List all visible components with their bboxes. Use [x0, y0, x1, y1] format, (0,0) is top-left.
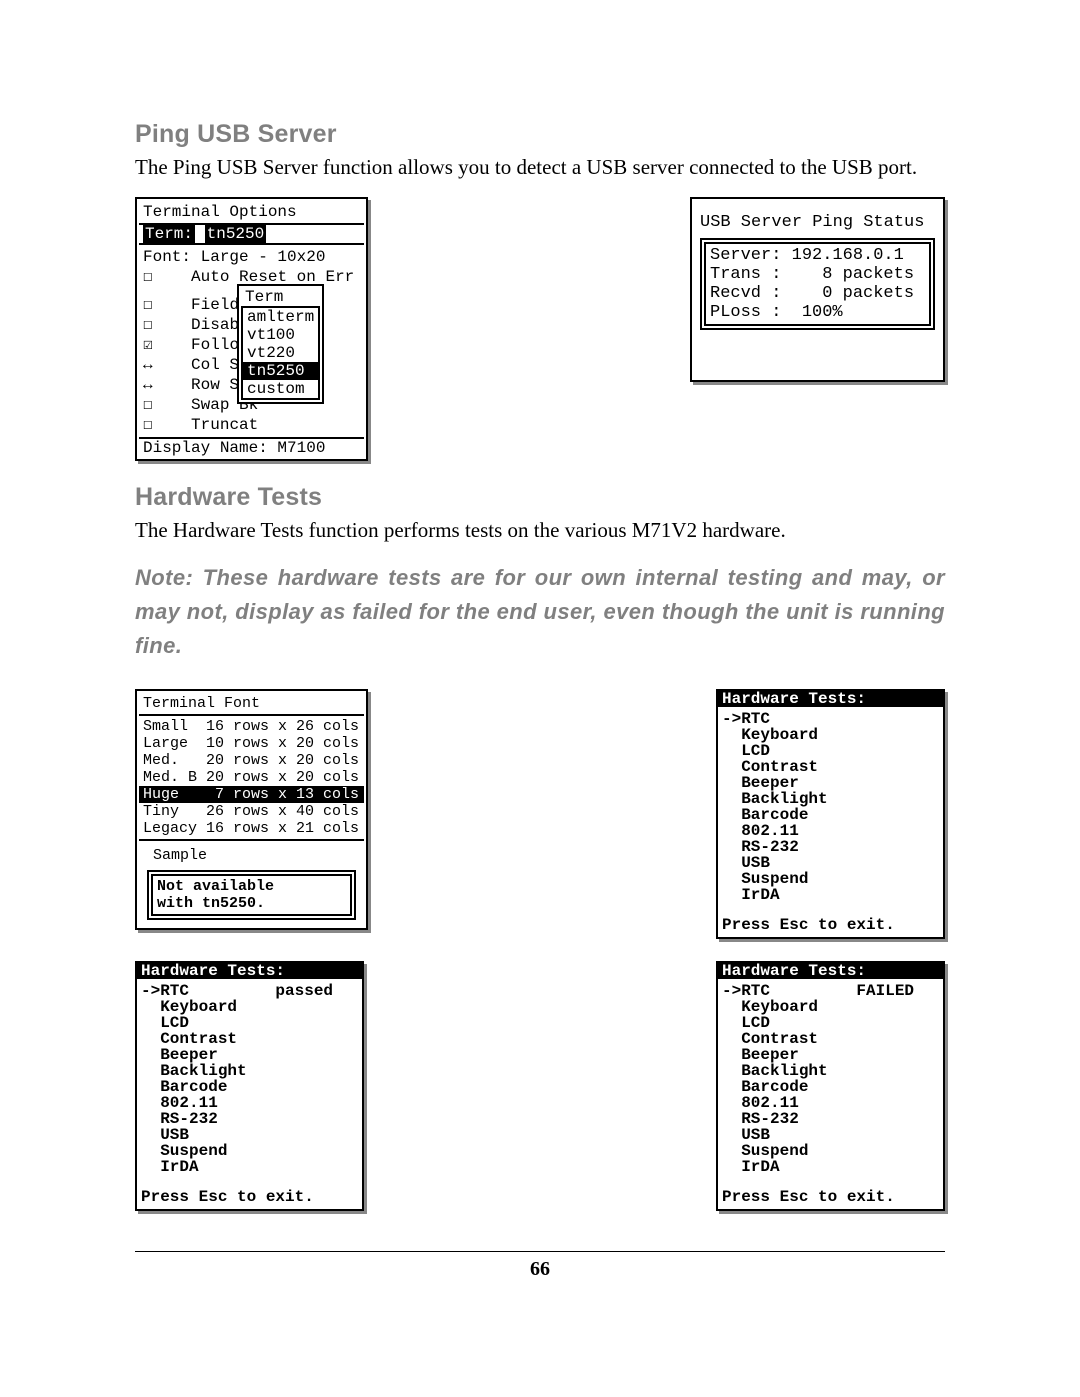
usb-ping-status-box: USB Server Ping Status Server: 192.168.0… — [690, 197, 945, 382]
term-popup-item[interactable]: tn5250 — [243, 362, 318, 380]
ping-usb-server-heading: Ping USB Server — [135, 120, 945, 149]
font-line: Font: Large - 10x20 — [143, 247, 360, 267]
display-name-line: Display Name: M7100 — [139, 439, 364, 457]
term-popup: Term amltermvt100vt220tn5250custom — [237, 284, 324, 404]
hardware-tests-body: The Hardware Tests function performs tes… — [135, 516, 945, 544]
sample-text-2: with tn5250. — [157, 895, 346, 912]
term-popup-item[interactable]: vt100 — [243, 326, 318, 344]
font-row[interactable]: Huge 7 rows x 13 cols — [139, 786, 364, 803]
hw-tests-title-1: Hardware Tests: — [718, 691, 943, 707]
hw-exit-1: Press Esc to exit. — [718, 913, 943, 937]
terminal-font-list[interactable]: Small 16 rows x 26 colsLarge 10 rows x 2… — [139, 714, 364, 841]
opt-truncat[interactable]: Truncat — [143, 415, 360, 435]
term-popup-title: Term — [241, 288, 320, 306]
term-label: Term: — [143, 225, 195, 243]
hw-tests-box-passed: Hardware Tests: ->RTC passed Keyboard LC… — [135, 961, 364, 1211]
font-row[interactable]: Med. 20 rows x 20 cols — [139, 752, 364, 769]
hw-tests-box-failed: Hardware Tests: ->RTC FAILED Keyboard LC… — [716, 961, 945, 1211]
terminal-font-box: Terminal Font Small 16 rows x 26 colsLar… — [135, 689, 368, 930]
terminal-options-box: Terminal Options Term: tn5250 Font: Larg… — [135, 197, 368, 461]
font-row[interactable]: Small 16 rows x 26 cols — [139, 718, 364, 735]
hw-tests-box-plain: Hardware Tests: ->RTC Keyboard LCD Contr… — [716, 689, 945, 939]
sample-text-1: Not available — [157, 878, 346, 895]
term-value[interactable]: tn5250 — [205, 225, 267, 243]
term-popup-item[interactable]: amlterm — [243, 308, 318, 326]
hw-exit-3: Press Esc to exit. — [718, 1185, 943, 1209]
ping-usb-server-body: The Ping USB Server function allows you … — [135, 153, 945, 181]
font-row[interactable]: Tiny 26 rows x 40 cols — [139, 803, 364, 820]
hardware-tests-heading: Hardware Tests — [135, 483, 945, 512]
page-number: 66 — [135, 1251, 945, 1281]
usb-ping-status-title: USB Server Ping Status — [700, 213, 935, 232]
font-row[interactable]: Legacy 16 rows x 21 cols — [139, 820, 364, 837]
sample-label: Sample — [139, 841, 364, 868]
terminal-options-title: Terminal Options — [139, 201, 364, 223]
hw-tests-title-2: Hardware Tests: — [137, 963, 362, 979]
font-row[interactable]: Med. B 20 rows x 20 cols — [139, 769, 364, 786]
hardware-tests-note: Note: These hardware tests are for our o… — [135, 561, 945, 663]
hw-exit-2: Press Esc to exit. — [137, 1185, 362, 1209]
terminal-font-title: Terminal Font — [139, 693, 364, 714]
font-row[interactable]: Large 10 rows x 20 cols — [139, 735, 364, 752]
hw-tests-title-3: Hardware Tests: — [718, 963, 943, 979]
term-popup-item[interactable]: vt220 — [243, 344, 318, 362]
term-popup-list[interactable]: amltermvt100vt220tn5250custom — [241, 306, 320, 400]
term-popup-item[interactable]: custom — [243, 380, 318, 398]
